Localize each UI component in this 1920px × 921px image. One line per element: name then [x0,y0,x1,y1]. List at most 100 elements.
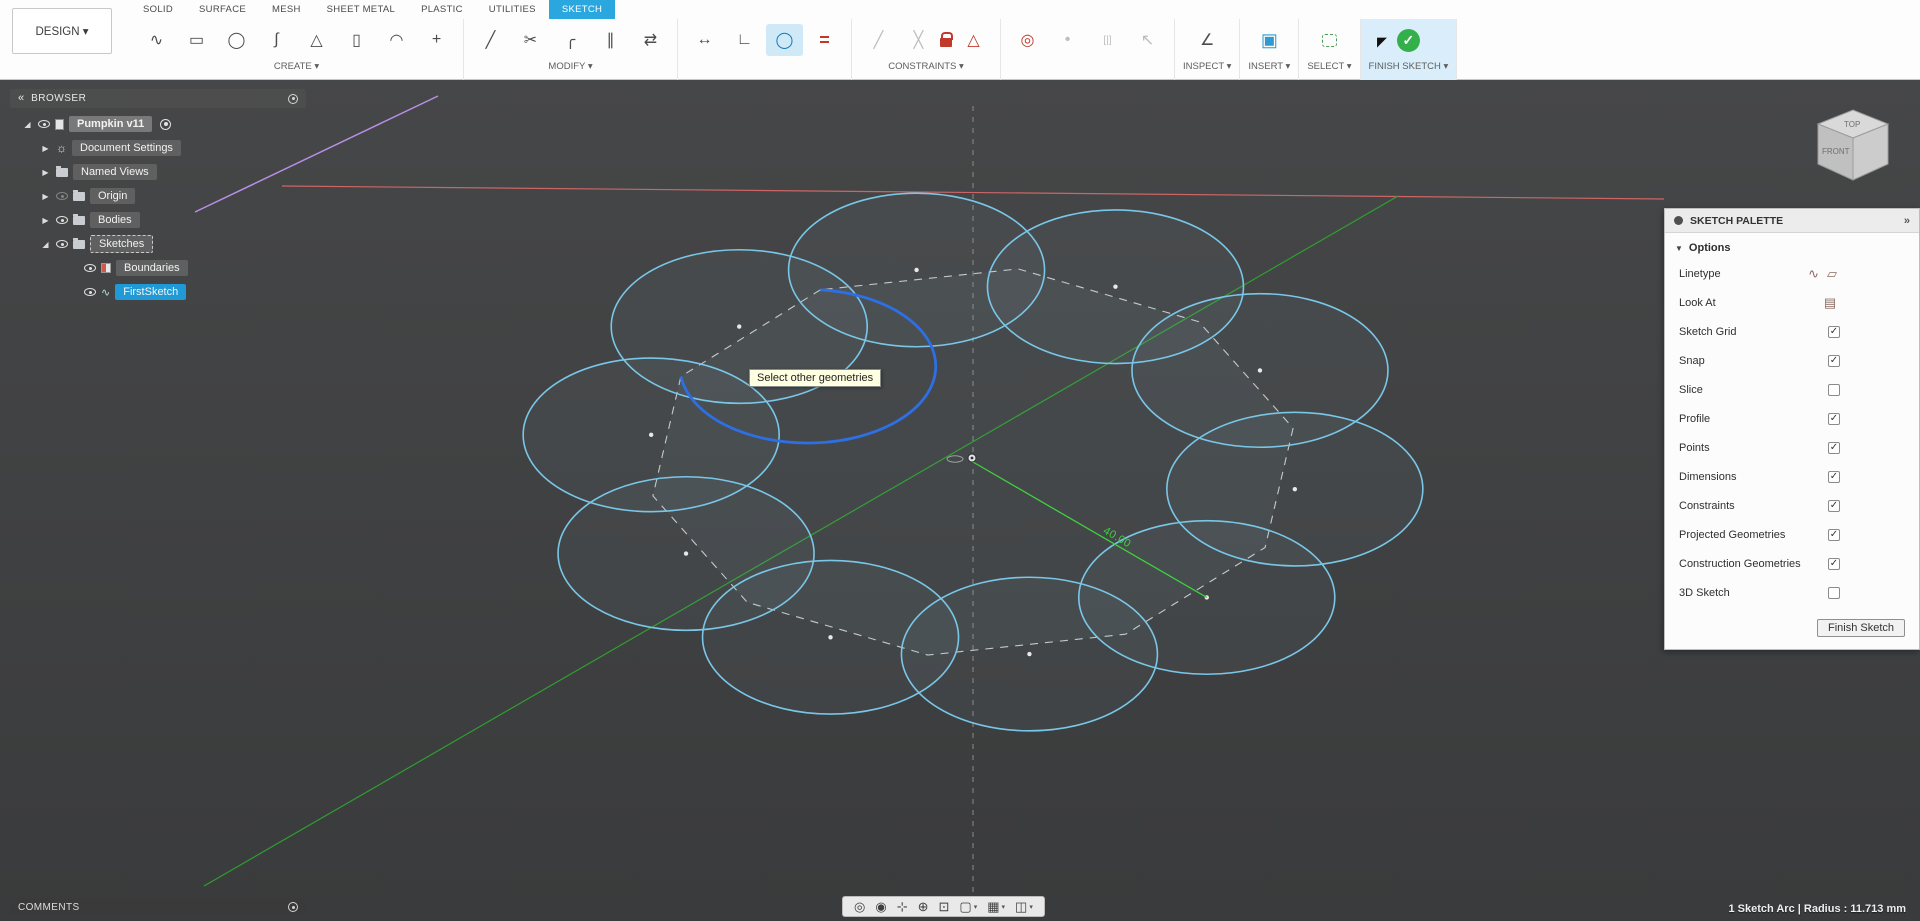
ribbon-tab[interactable]: SOLID [130,0,186,19]
browser-item-origin[interactable]: ▶ Origin [10,184,306,208]
visibility-eye-icon[interactable] [84,288,96,296]
toolbar-group-label-create[interactable]: CREATE ▾ [274,61,319,72]
ribbon-tab[interactable]: SHEET METAL [314,0,408,19]
design-menu-button[interactable]: DESIGN ▾ [12,8,112,54]
line-tool-icon[interactable]: ∿ [138,24,175,56]
zoom-icon[interactable]: ⊕ [913,897,934,916]
palette-checkbox[interactable] [1828,499,1840,512]
palette-checkbox[interactable] [1828,586,1840,599]
browser-item-label[interactable]: Pumpkin v11 [69,116,153,132]
browser-item-label[interactable]: Bodies [90,212,140,228]
browser-item-document-settings[interactable]: ▶ ☼ Document Settings [10,136,306,160]
ribbon-tab[interactable]: SURFACE [186,0,259,19]
visibility-eye-icon[interactable] [84,264,96,272]
rectangle-tool-icon[interactable]: ▭ [178,24,215,56]
toolbar-group-label-inspect[interactable]: INSPECT ▾ [1183,61,1231,72]
browser-item-pumpkin[interactable]: ◢ Pumpkin v11 [10,112,306,136]
viewports-icon[interactable]: ◫ ▾ [1010,897,1038,916]
toolbar-group-label-select[interactable]: SELECT ▾ [1307,61,1351,72]
comments-toggle-icon[interactable] [288,902,298,912]
toolbar-group-label-insert[interactable]: INSERT ▾ [1248,61,1290,72]
look-at-icon[interactable]: ◉ [870,897,891,916]
ribbon-tab[interactable]: PLASTIC [408,0,476,19]
measure-icon[interactable]: ∠ [1189,24,1226,56]
select-box-icon[interactable] [1321,33,1337,47]
browser-item-label[interactable]: Origin [90,188,136,204]
spline-tool-icon[interactable]: ∫ [258,24,295,56]
browser-item-label[interactable]: Sketches [90,235,154,253]
sketch-palette-header[interactable]: SKETCH PALETTE » [1665,209,1919,233]
toolbar-group-label-modify[interactable]: MODIFY ▾ [548,61,592,72]
toolbar-group-label-constraints[interactable]: CONSTRAINTS ▾ [888,61,964,72]
palette-checkbox[interactable] [1828,383,1840,396]
curvature-constraint-icon[interactable]: ↖ [1129,24,1166,56]
browser-item-label[interactable]: FirstSketch [115,284,187,300]
browser-display-toggle-icon[interactable] [288,93,298,104]
visibility-eye-icon[interactable] [38,120,50,128]
equal-constraint-icon[interactable]: = [806,24,843,56]
extend-tool-icon[interactable]: ╱ [472,24,509,56]
palette-checkbox[interactable] [1828,354,1840,367]
expander-icon[interactable]: ▶ [40,192,51,201]
expander-icon[interactable]: ▶ [40,168,51,177]
palette-checkbox[interactable] [1828,412,1840,425]
ribbon-tab[interactable]: SKETCH [548,0,616,19]
finish-sketch-check-icon[interactable]: ✓ [1396,28,1420,52]
visibility-eye-icon[interactable] [56,216,68,224]
finish-sketch-button[interactable]: Finish Sketch [1816,619,1905,637]
palette-checkbox[interactable] [1828,528,1840,541]
equal-triangle-constraint-icon[interactable]: △ [955,24,992,56]
sketch-dimension-icon[interactable]: ↔ [686,24,723,56]
browser-item-label[interactable]: Named Views [73,164,157,180]
ribbon-tab[interactable]: MESH [259,0,314,19]
mirror-tool-icon[interactable]: ⇄ [632,24,669,56]
palette-checkbox[interactable] [1828,470,1840,483]
collapse-browser-icon[interactable]: « [18,93,24,104]
fillet-tool-icon[interactable]: ╭ [552,24,589,56]
grid-settings-icon[interactable]: ▦ ▾ [982,897,1010,916]
palette-collapse-icon[interactable]: » [1904,215,1910,227]
palette-option-icon[interactable]: ▤ [1824,295,1844,311]
browser-item-boundaries[interactable]: Boundaries [10,256,306,280]
palette-options-header[interactable]: ▼ Options [1665,233,1919,259]
chevron-down-icon[interactable]: ▾ [1002,903,1006,911]
polygon-tool-icon[interactable]: △ [298,24,335,56]
midpoint-constraint-icon[interactable]: • [1049,24,1086,56]
trim-scissors-icon[interactable]: ✂ [512,24,549,56]
expander-icon[interactable]: ◢ [40,240,51,249]
expander-icon[interactable]: ▶ [40,216,51,225]
browser-item-label[interactable]: Document Settings [72,140,181,156]
fix-lock-icon[interactable] [940,32,953,47]
point-tool-icon[interactable]: + [418,24,455,56]
circle-tool-icon[interactable]: ◯ [218,24,255,56]
fit-icon[interactable]: ⊡ [934,897,955,916]
palette-option-icon[interactable]: ∿▱ [1808,266,1845,282]
ribbon-tab[interactable]: UTILITIES [476,0,549,19]
chevron-down-icon[interactable]: ▾ [1029,903,1033,911]
palette-checkbox[interactable] [1828,441,1840,454]
expander-icon[interactable]: ▶ [40,144,51,153]
view-cube[interactable]: TOP FRONT [1800,98,1910,198]
concentric-constraint-icon[interactable]: ◎ [1009,24,1046,56]
tangent-constraint-icon[interactable]: ╳ [900,24,937,56]
arc-tool-icon[interactable]: ◠ [378,24,415,56]
visibility-eye-icon[interactable] [56,192,68,200]
symmetry-constraint-icon[interactable]: [|] [1089,24,1126,56]
browser-header[interactable]: « BROWSER [10,89,306,108]
visibility-eye-icon[interactable] [56,240,68,248]
browser-item-bodies[interactable]: ▶ Bodies [10,208,306,232]
slot-tool-icon[interactable]: ▯ [338,24,375,56]
browser-item-sketches[interactable]: ◢ Sketches [10,232,306,256]
active-circle-tool-icon[interactable]: ◯ [766,24,803,56]
pan-icon[interactable]: ⊹ [892,897,913,916]
palette-checkbox[interactable] [1828,557,1840,570]
palette-checkbox[interactable] [1828,325,1840,338]
orbit-icon[interactable]: ◎ [849,897,870,916]
horizontal-vertical-constraint-icon[interactable]: ╱ [860,24,897,56]
chevron-down-icon[interactable]: ▾ [974,903,978,911]
toolbar-group-label-finish-sketch[interactable]: FINISH SKETCH ▾ [1369,61,1449,72]
expander-icon[interactable]: ◢ [22,120,33,129]
activate-radio-icon[interactable] [160,118,172,130]
corner-rectangle-icon[interactable]: ∟ [726,24,763,56]
offset-tool-icon[interactable]: ∥ [592,24,629,56]
